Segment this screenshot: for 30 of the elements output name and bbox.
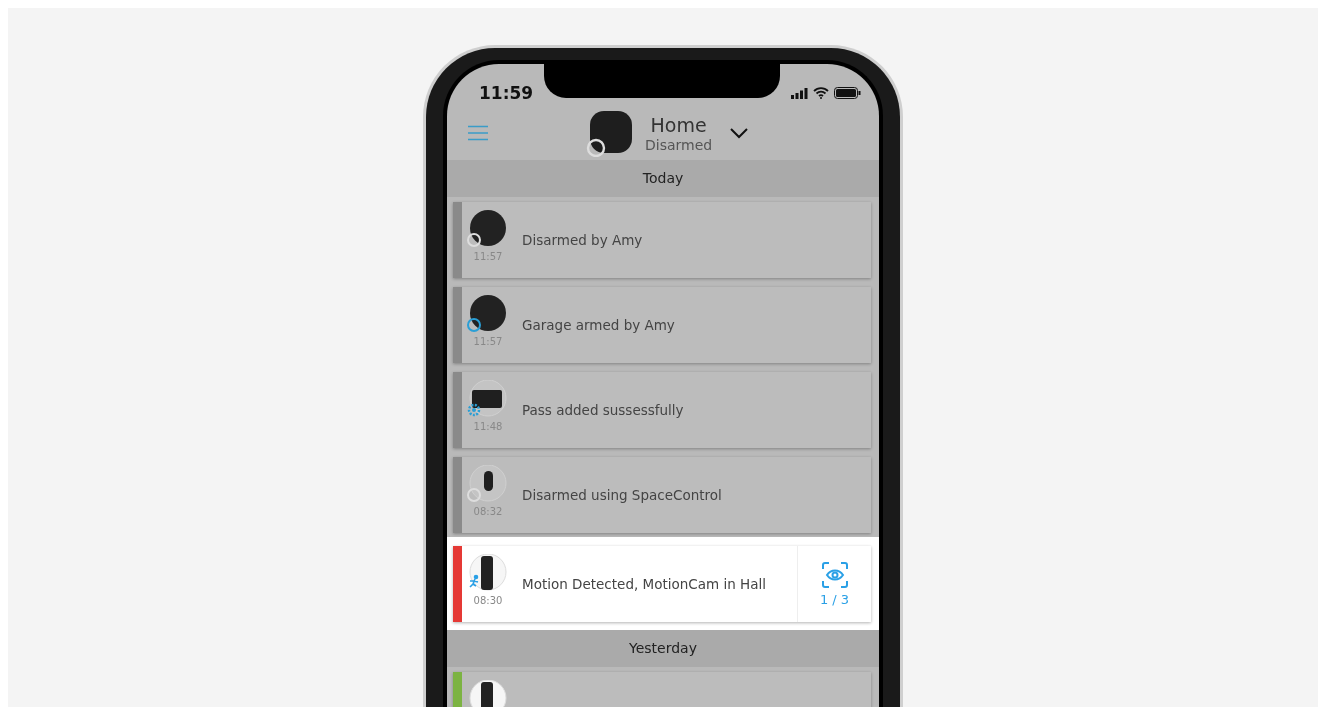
disarmed-ring-icon [467, 233, 481, 247]
motion-camera-icon [469, 554, 507, 591]
event-time: 08:30 [473, 595, 503, 606]
event-text: Garage armed by Amy [522, 317, 675, 333]
date-header: Yesterday [447, 630, 879, 667]
event-text: Disarmed by Amy [522, 232, 643, 248]
avatar-placeholder [470, 295, 506, 331]
eye-scan-icon [821, 561, 848, 588]
event-text: Pass added sussessfully [522, 402, 684, 418]
avatar-placeholder [470, 210, 506, 246]
card-device-icon [469, 380, 507, 417]
date-header: Today [447, 160, 879, 197]
running-person-icon [469, 574, 479, 588]
battery-icon [834, 87, 861, 99]
hub-status: Disarmed [645, 136, 713, 154]
chevron-down-icon [730, 127, 749, 139]
signal-icon [791, 87, 808, 99]
hub-device-icon [585, 111, 633, 157]
status-time: 11:59 [479, 83, 534, 103]
keyfob-icon [469, 465, 507, 502]
motion-camera-icon [469, 680, 507, 707]
wifi-icon [813, 87, 829, 99]
hub-title: Home [650, 114, 707, 136]
disarmed-ring-icon [467, 488, 481, 502]
view-photos-button[interactable]: 1 / 3 [797, 546, 871, 622]
event-card[interactable]: 08:30 Motion Detected, MotionCam in Hall 1 / 3 [453, 546, 871, 622]
armed-ring-icon [467, 318, 481, 332]
gear-icon [467, 403, 481, 417]
event-text: Motion Detected, MotionCam in Hall [522, 576, 766, 592]
event-text: Disarmed using SpaceControl [522, 487, 722, 503]
